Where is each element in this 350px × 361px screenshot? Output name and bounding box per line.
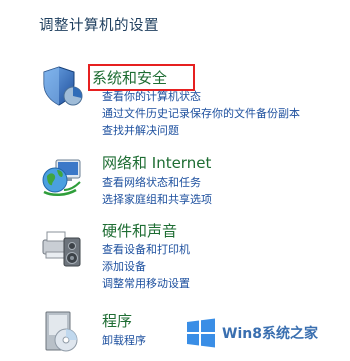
link-view-computer-status[interactable]: 查看你的计算机状态 xyxy=(102,88,300,105)
link-devices-printers[interactable]: 查看设备和打印机 xyxy=(102,241,190,258)
shield-icon[interactable] xyxy=(40,64,84,108)
watermark-text: Win8系统之家 xyxy=(222,326,318,342)
page-title: 调整计算机的设置 xyxy=(39,18,159,34)
programs-disc-icon[interactable] xyxy=(40,310,84,354)
watermark: Win8系统之家 xyxy=(186,318,318,348)
link-file-history-backup[interactable]: 通过文件历史记录保存你的文件备份副本 xyxy=(102,105,300,122)
printer-speaker-icon[interactable] xyxy=(40,226,84,270)
category-title-network-internet[interactable]: 网络和 Internet xyxy=(102,152,211,173)
network-globe-icon[interactable] xyxy=(40,156,84,200)
link-mobility-settings[interactable]: 调整常用移动设置 xyxy=(102,275,190,292)
category-title-system-security[interactable]: 系统和安全 xyxy=(87,64,196,91)
link-add-device[interactable]: 添加设备 xyxy=(102,258,190,275)
link-homegroup-sharing[interactable]: 选择家庭组和共享选项 xyxy=(102,191,212,208)
link-find-fix-problems[interactable]: 查找并解决问题 xyxy=(102,122,300,139)
link-view-network-status[interactable]: 查看网络状态和任务 xyxy=(102,174,212,191)
category-title-programs[interactable]: 程序 xyxy=(102,310,132,331)
windows8-logo-icon xyxy=(186,318,216,348)
category-title-hardware-sound[interactable]: 硬件和声音 xyxy=(102,220,177,241)
link-uninstall-program[interactable]: 卸载程序 xyxy=(102,332,146,349)
